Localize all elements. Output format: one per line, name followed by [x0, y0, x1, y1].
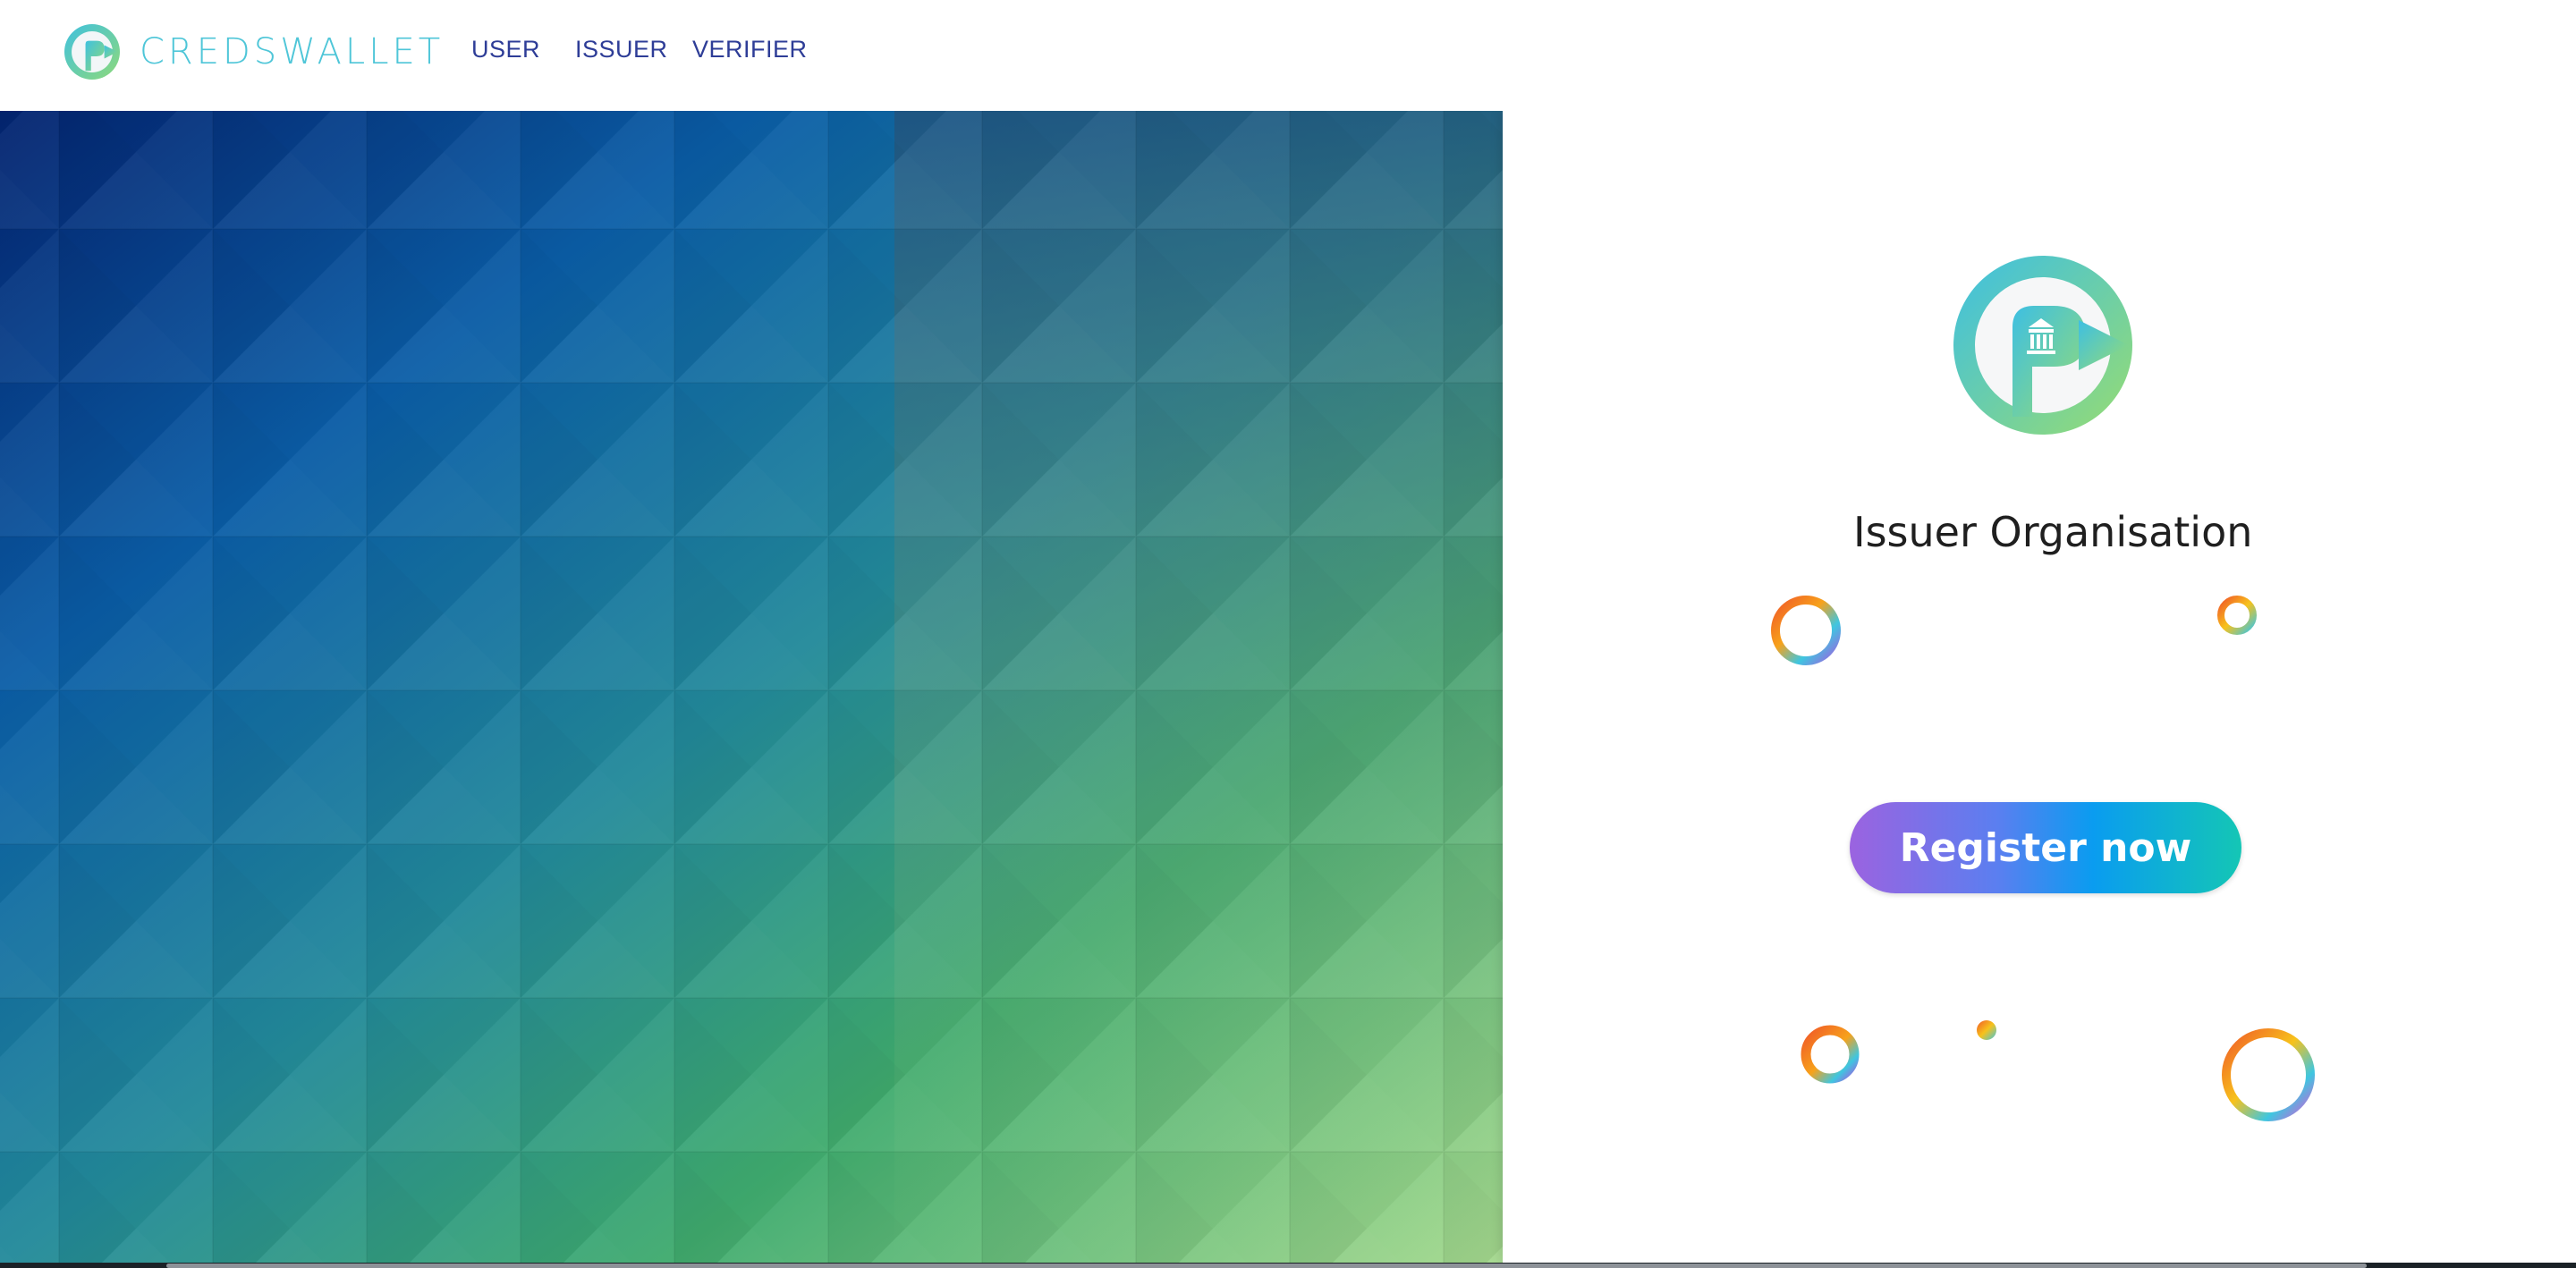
register-now-button[interactable]: Register now [1850, 802, 2241, 893]
top-navigation-bar: CREDSWALLET USER ISSUER VERIFIER [0, 0, 2576, 111]
rainbow-dot-icon [1977, 1020, 1996, 1040]
hero-background-image [0, 111, 1503, 1263]
rainbow-ring-icon [1801, 1025, 1860, 1084]
brand-home-link[interactable]: CREDSWALLET [64, 24, 444, 80]
rainbow-ring-icon [1771, 596, 1841, 665]
nav-issuer-link[interactable]: ISSUER [575, 36, 668, 63]
rainbow-ring-icon [2217, 596, 2257, 635]
geometric-gradient-pattern [0, 111, 1503, 1263]
rainbow-ring-icon [2222, 1028, 2315, 1121]
horizontal-scrollbar[interactable] [0, 1263, 2576, 1268]
scrollbar-thumb[interactable] [166, 1264, 2367, 1268]
brand-name: CREDSWALLET [140, 31, 445, 72]
nav-user-link[interactable]: USER [471, 36, 540, 63]
page-title-text: Issuer Organisation [1853, 508, 2253, 556]
issuer-bank-logo-icon [1953, 256, 2132, 435]
issuer-panel: Issuer Organisation Register now [1503, 111, 2576, 1263]
nav-verifier-link[interactable]: VERIFIER [692, 36, 808, 63]
credswallet-logo-icon [64, 24, 120, 80]
